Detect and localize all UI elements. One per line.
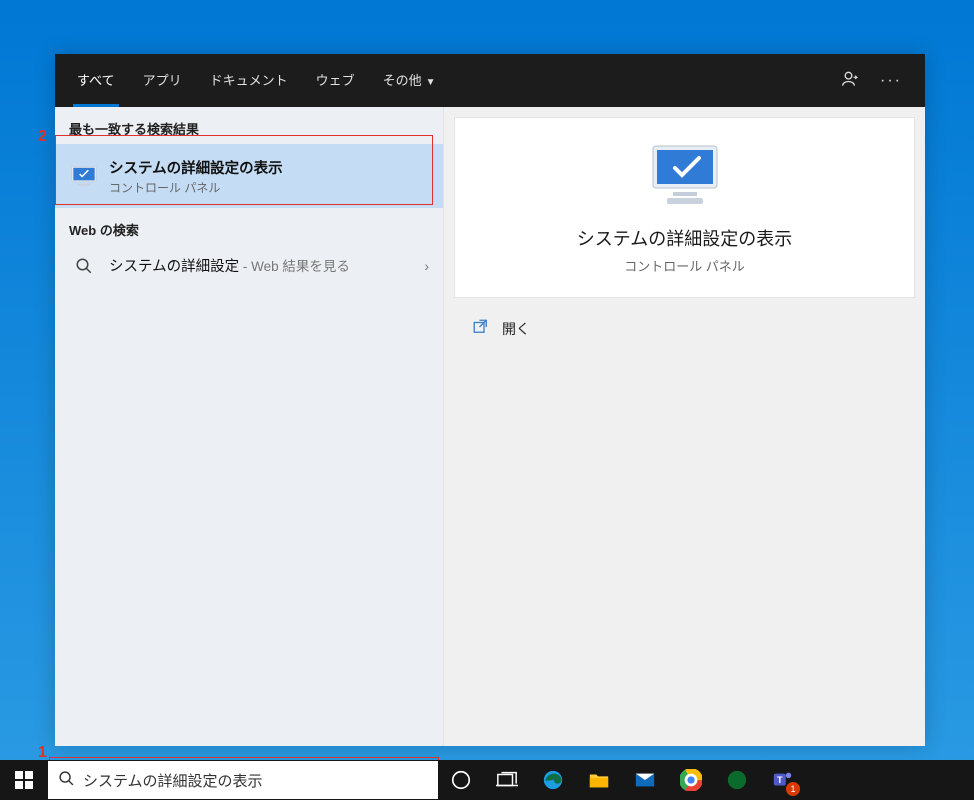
chevron-right-icon: › — [424, 258, 429, 274]
results-list: 最も一致する検索結果 システムの詳細設定の表示 コントロール パネル Web の… — [55, 107, 444, 746]
detail-subtitle: コントロール パネル — [475, 256, 894, 275]
best-match-header: 最も一致する検索結果 — [55, 107, 443, 144]
tab-web[interactable]: ウェブ — [302, 54, 369, 107]
web-search-header: Web の検索 — [55, 208, 443, 245]
detail-card: システムの詳細設定の表示 コントロール パネル — [454, 117, 915, 298]
web-result-tail: - Web 結果を見る — [239, 259, 350, 274]
search-input[interactable] — [83, 772, 436, 789]
search-tabs-header: すべて アプリ ドキュメント ウェブ その他 ▼ ··· — [55, 54, 925, 107]
search-icon — [58, 770, 75, 790]
svg-text:T: T — [777, 775, 783, 785]
taskbar: T 1 — [0, 760, 974, 800]
mail-button[interactable] — [622, 760, 668, 800]
tab-documents[interactable]: ドキュメント — [196, 54, 302, 107]
app-button[interactable] — [714, 760, 760, 800]
detail-pane: システムの詳細設定の表示 コントロール パネル 開く — [444, 107, 925, 746]
tab-more[interactable]: その他 ▼ — [369, 54, 450, 107]
edge-button[interactable] — [530, 760, 576, 800]
search-icon — [69, 257, 99, 275]
taskbar-search-box[interactable] — [48, 761, 438, 799]
control-panel-large-icon — [643, 142, 727, 206]
teams-badge: 1 — [786, 782, 800, 796]
chrome-button[interactable] — [668, 760, 714, 800]
control-panel-icon — [69, 154, 99, 198]
more-options-icon[interactable]: ··· — [871, 72, 911, 90]
chevron-down-icon: ▼ — [426, 77, 436, 88]
feedback-icon[interactable] — [831, 69, 871, 92]
open-action[interactable]: 開く — [454, 302, 915, 355]
windows-logo-icon — [15, 771, 33, 789]
task-view-button[interactable] — [484, 760, 530, 800]
web-result-query: システムの詳細設定 — [109, 259, 239, 275]
detail-title: システムの詳細設定の表示 — [475, 225, 894, 251]
open-icon — [472, 318, 490, 339]
cortana-button[interactable] — [438, 760, 484, 800]
file-explorer-button[interactable] — [576, 760, 622, 800]
search-results-panel: すべて アプリ ドキュメント ウェブ その他 ▼ ··· 最も一致する検索結果 — [55, 54, 925, 746]
start-button[interactable] — [0, 760, 48, 800]
result-subtitle: コントロール パネル — [109, 179, 429, 196]
web-search-result[interactable]: システムの詳細設定 - Web 結果を見る › — [55, 245, 443, 286]
best-match-result[interactable]: システムの詳細設定の表示 コントロール パネル — [55, 144, 443, 208]
result-title: システムの詳細設定の表示 — [109, 157, 429, 178]
tab-all[interactable]: すべて — [63, 54, 129, 107]
teams-button[interactable]: T 1 — [760, 760, 806, 800]
tab-apps[interactable]: アプリ — [129, 54, 196, 107]
annotation-number-2: 2 — [38, 128, 47, 146]
tab-more-label: その他 — [383, 73, 422, 88]
open-label: 開く — [502, 319, 530, 339]
